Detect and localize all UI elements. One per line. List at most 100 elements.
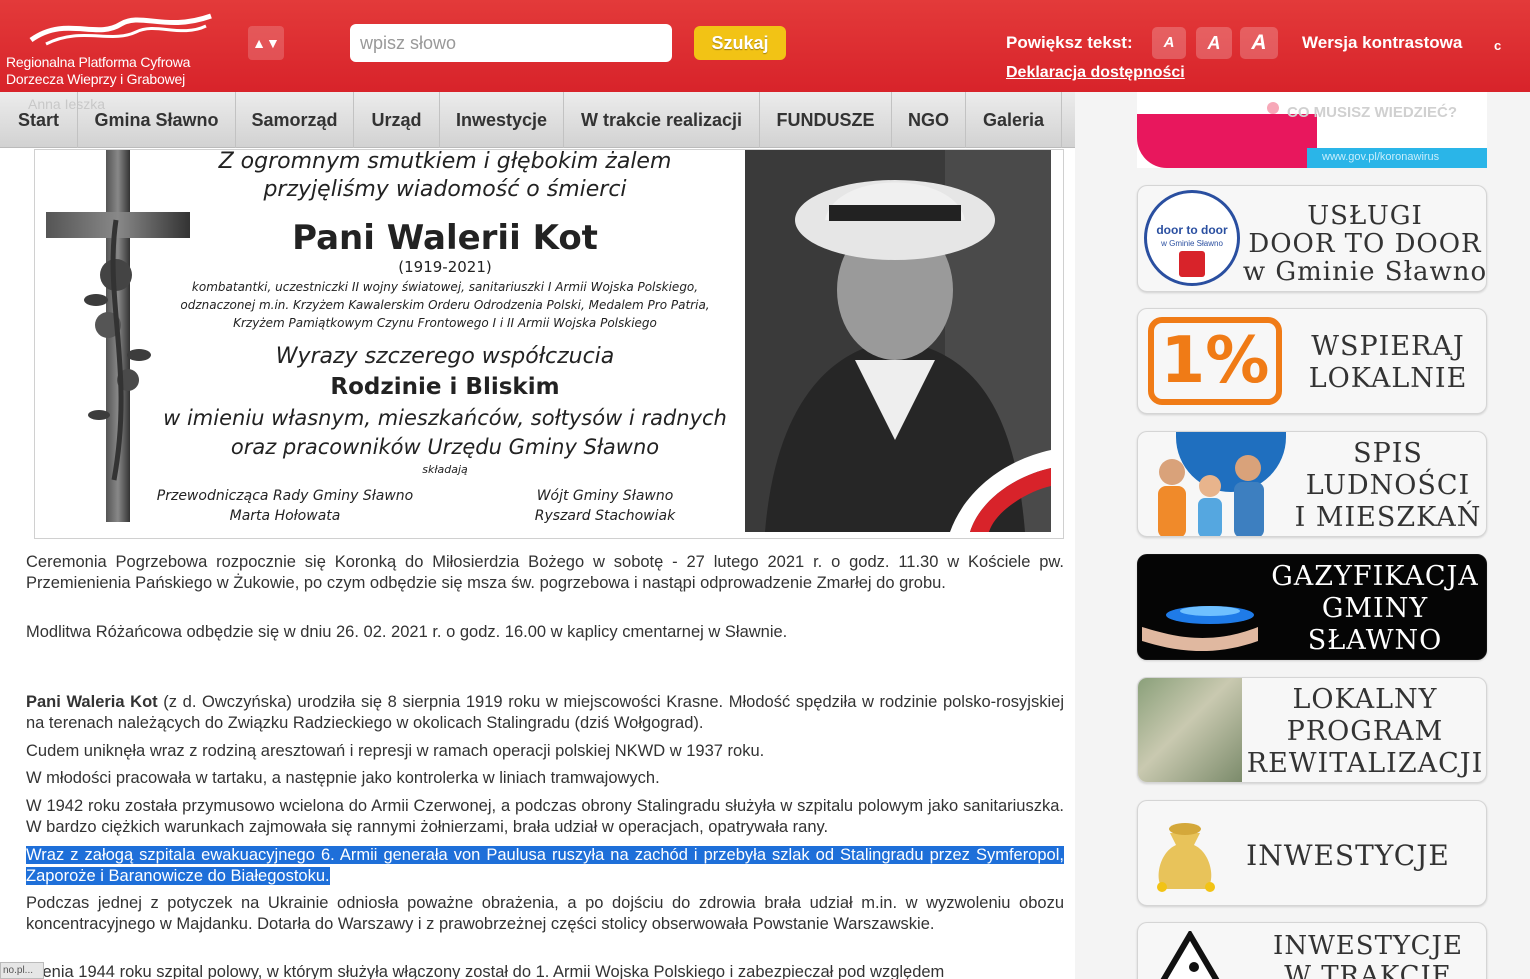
support-line-2: LOKALNIE xyxy=(1308,363,1468,394)
door-to-door-logo: door to door w Gminie Sławno xyxy=(1144,190,1240,286)
selected-text[interactable]: Wraz z załogą szpitala ewakuacyjnego 6. … xyxy=(26,846,1064,885)
nav-inwestycje[interactable]: Inwestycje xyxy=(440,92,564,148)
accessibility-declaration-link[interactable]: Deklaracja dostępności xyxy=(1006,64,1185,82)
door-logo-text: door to door xyxy=(1156,223,1228,237)
nav-start[interactable]: Start xyxy=(0,92,78,148)
sort-toggle-icon[interactable]: ▲▼ xyxy=(248,26,284,60)
font-size-large-button[interactable]: A xyxy=(1240,27,1278,59)
gasification-banner[interactable]: GAZYFIKACJA GMINY SŁAWNO xyxy=(1137,554,1487,660)
obit-desc-1: kombatantki, uczestniczki II wojny świat… xyxy=(191,280,699,294)
lpr-line-2: PROGRAM xyxy=(1286,716,1444,747)
wave-logo-icon xyxy=(29,13,212,46)
nav-samorzad[interactable]: Samorząd xyxy=(236,92,354,148)
gas-line-2: GMINY xyxy=(1321,593,1429,624)
revitalization-text: LOKALNY PROGRAM REWITALIZACJI xyxy=(1242,684,1486,780)
obit-condolence-3: w imieniu własnym, mieszkańców, sołtysów… xyxy=(163,406,727,430)
nav-gmina-slawno[interactable]: Gmina Sławno xyxy=(78,92,236,148)
person-name: Pani Waleria Kot xyxy=(26,693,158,711)
nav-w-trakcie-realizacji[interactable]: W trakcie realizacji xyxy=(564,92,760,148)
gas-line-1: GAZYFIKACJA xyxy=(1271,561,1479,592)
census-line-3: I MIESZKAŃ xyxy=(1294,502,1482,533)
lpr-line-3: REWITALIZACJI xyxy=(1246,748,1484,779)
covid-heading: CO MUSISZ WIEDZIEĆ? xyxy=(1287,104,1457,121)
nav-fundusze[interactable]: FUNDUSZE xyxy=(760,92,892,148)
logo-line-1: Regionalna Platforma Cyfrowa xyxy=(6,54,191,70)
covid-url: www.gov.pl/koronawirus xyxy=(1322,151,1440,163)
covid-banner[interactable]: CO MUSISZ WIEDZIEĆ? www.gov.pl/koronawir… xyxy=(1137,92,1487,168)
article-paragraph-4: Cudem uniknęła wraz z rodziną aresztowań… xyxy=(26,742,765,760)
article-paragraph-5: W młodości pracowała w tartaku, a następ… xyxy=(26,769,660,787)
article-paragraph-6: W 1942 roku została przymusowo wcielona … xyxy=(26,797,1064,836)
door-to-door-text: USŁUGI DOOR TO DOOR w Gminie Sławno xyxy=(1242,201,1487,287)
door-to-door-banner[interactable]: door to door w Gminie Sławno USŁUGI DOOR… xyxy=(1137,185,1487,292)
obit-condolence-5: składają xyxy=(422,463,468,476)
obit-sign-left-name: Marta Hołowata xyxy=(229,508,341,524)
nav-urzad[interactable]: Urząd xyxy=(354,92,440,148)
enlarge-text-label: Powiększ tekst: xyxy=(1006,33,1133,52)
logo-text: Regionalna Platforma Cyfrowa Dorzecza Wi… xyxy=(6,54,190,88)
door-line-1: USŁUGI xyxy=(1307,201,1423,231)
obit-desc-2: odznaczonej m.in. Krzyżem Kawalerskim Or… xyxy=(180,298,710,312)
obit-condolence-1: Wyrazy szczerego współczucia xyxy=(275,344,615,369)
obit-line-1: Z ogromnym smutkiem i głębokim żalem xyxy=(218,149,672,174)
invest2-line-1: INWESTYCJE xyxy=(1273,931,1463,961)
portrait-illustration xyxy=(745,150,1051,532)
paragraph-3-rest: (z d. Owczyńska) urodziła się 8 sierpnia… xyxy=(26,693,1064,732)
investments-in-progress-banner[interactable]: INWESTYCJE W TRAKCIE xyxy=(1137,922,1487,979)
obit-name: Pani Walerii Kot xyxy=(292,218,598,258)
nav-galeria[interactable]: Galeria xyxy=(966,92,1062,148)
one-percent-icon: 1% xyxy=(1148,317,1282,405)
search-button[interactable]: Szukaj xyxy=(694,26,786,60)
gas-line-3: SŁAWNO xyxy=(1307,625,1443,656)
font-size-small-button[interactable]: A xyxy=(1152,27,1186,59)
article-paragraph-9: …enia 1944 roku szpital polowy, w którym… xyxy=(26,963,945,979)
door-logo-sub: w Gminie Sławno xyxy=(1161,239,1223,248)
support-line-1: WSPIERAJ xyxy=(1311,331,1465,362)
portrait-photo xyxy=(745,150,1051,532)
family-icon xyxy=(1158,455,1264,536)
article-paragraph-7[interactable]: Wraz z załogą szpitala ewakuacyjnego 6. … xyxy=(26,845,1064,887)
search-input[interactable] xyxy=(350,24,672,62)
roadwork-sign-icon xyxy=(1160,931,1220,979)
investments-banner[interactable]: INWESTYCJE xyxy=(1137,800,1487,906)
census-line-2: LUDNOŚCI xyxy=(1305,470,1471,501)
gasification-text: GAZYFIKACJA GMINY SŁAWNO xyxy=(1262,561,1486,657)
invest2-line-2: W TRAKCIE xyxy=(1284,961,1452,979)
census-line-1: SPIS xyxy=(1353,438,1423,469)
contrast-extra: c xyxy=(1494,38,1502,53)
investments-in-progress-text: INWESTYCJE W TRAKCIE xyxy=(1248,931,1486,979)
obit-sign-left-title: Przewodnicząca Rady Gminy Sławno xyxy=(156,488,414,504)
support-local-text: WSPIERAJ LOKALNIE xyxy=(1288,331,1486,395)
contrast-version-link[interactable]: Wersja kontrastowa xyxy=(1302,33,1462,53)
nav-ngo[interactable]: NGO xyxy=(892,92,966,148)
status-bar-url: no.pl... xyxy=(0,962,44,979)
map-thumbnail xyxy=(1138,678,1242,782)
obit-years: (1919-2021) xyxy=(398,258,492,276)
article-paragraph-1: Ceremonia Pogrzebowa rozpocznie się Koro… xyxy=(26,553,1064,592)
site-logo[interactable]: Regionalna Platforma Cyfrowa Dorzecza Wi… xyxy=(6,8,236,88)
obit-desc-3: Krzyżem Pamiątkowym Czynu Frontowego I i… xyxy=(233,316,657,330)
covid-dot-icon xyxy=(1267,102,1279,114)
lpr-line-1: LOKALNY xyxy=(1292,684,1438,715)
revitalization-banner[interactable]: LOKALNY PROGRAM REWITALIZACJI xyxy=(1137,677,1487,783)
census-text: SPIS LUDNOŚCI I MIESZKAŃ xyxy=(1288,438,1486,534)
obit-condolence-2: Rodzinie i Bliskim xyxy=(330,374,560,400)
door-line-2: DOOR TO DOOR xyxy=(1248,229,1482,259)
article-paragraph-3: Pani Waleria Kot (z d. Owczyńska) urodzi… xyxy=(26,692,1064,734)
gas-flame-hand-icon xyxy=(1142,606,1258,651)
money-bag-icon xyxy=(1157,823,1215,892)
support-local-banner[interactable]: 1% WSPIERAJ LOKALNIE xyxy=(1137,308,1487,414)
obit-condolence-4: oraz pracowników Urzędu Gminy Sławno xyxy=(230,435,660,459)
obit-sign-right-title: Wójt Gminy Sławno xyxy=(536,488,674,504)
obit-line-2: przyjęliśmy wiadomość o śmierci xyxy=(263,177,627,202)
logo-line-2: Dorzecza Wieprzy i Grabowej xyxy=(6,71,185,87)
coat-of-arms-icon xyxy=(1179,251,1205,277)
census-banner[interactable]: SPIS LUDNOŚCI I MIESZKAŃ xyxy=(1137,431,1487,537)
article-paragraph-8: Podczas jednej z potyczek na Ukrainie od… xyxy=(26,894,1064,933)
obit-sign-right-name: Ryszard Stachowiak xyxy=(534,508,676,524)
door-line-3: w Gminie Sławno xyxy=(1242,257,1487,287)
article-paragraph-2: Modlitwa Różańcowa odbędzie się w dniu 2… xyxy=(26,623,788,641)
covid-pink-shape xyxy=(1137,114,1317,168)
investments-text: INWESTYCJE xyxy=(1246,839,1450,872)
font-size-medium-button[interactable]: A xyxy=(1196,27,1232,59)
